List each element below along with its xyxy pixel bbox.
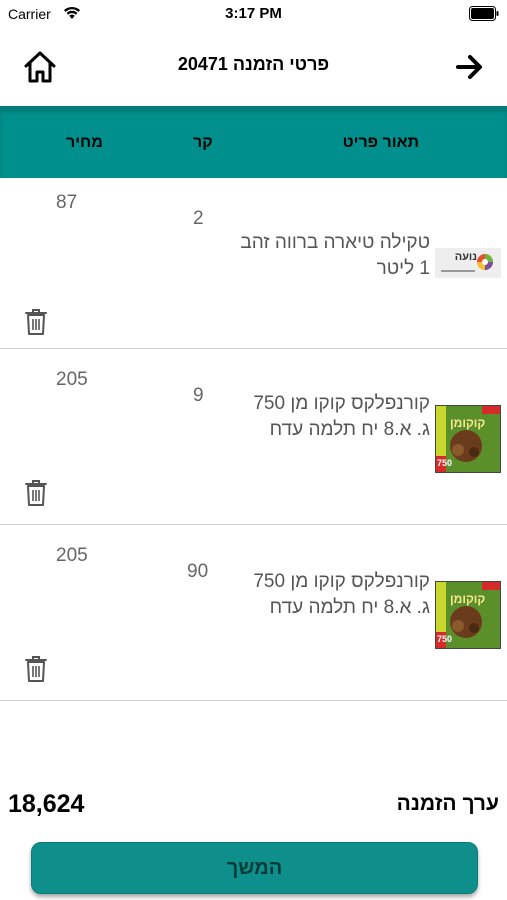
product-weight-text: 750 [437, 634, 453, 644]
item-description: טקילה טיארה ברווה זהב 1 ליטר [240, 232, 430, 279]
order-items-list: 87 2 טקילה טיארה ברווה זהב 1 ליטר נועה 2… [0, 178, 507, 701]
product-brand-text: קוקומן [450, 416, 486, 430]
order-item-row: 205 90 קורנפלקס קוקו מן 750 ג. א.8 יח תל… [0, 525, 507, 701]
continue-button[interactable]: המשך [31, 842, 478, 894]
product-image: נועה [435, 248, 501, 278]
nav-header: פרטי הזמנה 20471 [0, 38, 507, 98]
item-description: קורנפלקס קוקו מן 750 ג. א.8 יח תלמה עדח [253, 393, 430, 440]
product-weight-text: 750 [437, 458, 453, 468]
trash-icon[interactable] [24, 655, 48, 683]
item-price: 205 [56, 545, 88, 566]
column-header-quantity: קר [193, 134, 213, 151]
arrow-right-icon[interactable] [455, 52, 485, 82]
item-price: 205 [56, 369, 88, 390]
order-total-value: 18,624 [8, 790, 85, 818]
column-header-price: מחיר [66, 134, 103, 151]
trash-icon[interactable] [24, 479, 48, 507]
order-item-row: 87 2 טקילה טיארה ברווה זהב 1 ליטר נועה [0, 178, 507, 349]
item-quantity: 2 [193, 208, 204, 229]
order-item-row: 205 9 קורנפלקס קוקו מן 750 ג. א.8 יח תלמ… [0, 349, 507, 525]
trash-icon[interactable] [24, 308, 48, 336]
status-bar: Carrier 3:17 PM [0, 0, 507, 28]
item-price: 87 [56, 192, 78, 213]
column-header-description: תאור פריט [342, 134, 419, 151]
item-quantity: 90 [187, 561, 209, 582]
item-quantity: 9 [193, 385, 204, 406]
page-title: פרטי הזמנה 20471 [177, 54, 330, 74]
product-image: קוקומן 750 [435, 405, 501, 473]
product-brand-text: נועה [454, 251, 477, 263]
table-header: תאור פריט קר מחיר [0, 106, 507, 178]
item-description: קורנפלקס קוקו מן 750 ג. א.8 יח תלמה עדח [253, 571, 430, 618]
product-brand-text: קוקומן [450, 592, 486, 606]
battery-icon [469, 6, 499, 21]
product-image: קוקומן 750 [435, 581, 501, 649]
order-total-label: ערך הזמנה [396, 792, 499, 815]
status-time: 3:17 PM [225, 5, 282, 22]
